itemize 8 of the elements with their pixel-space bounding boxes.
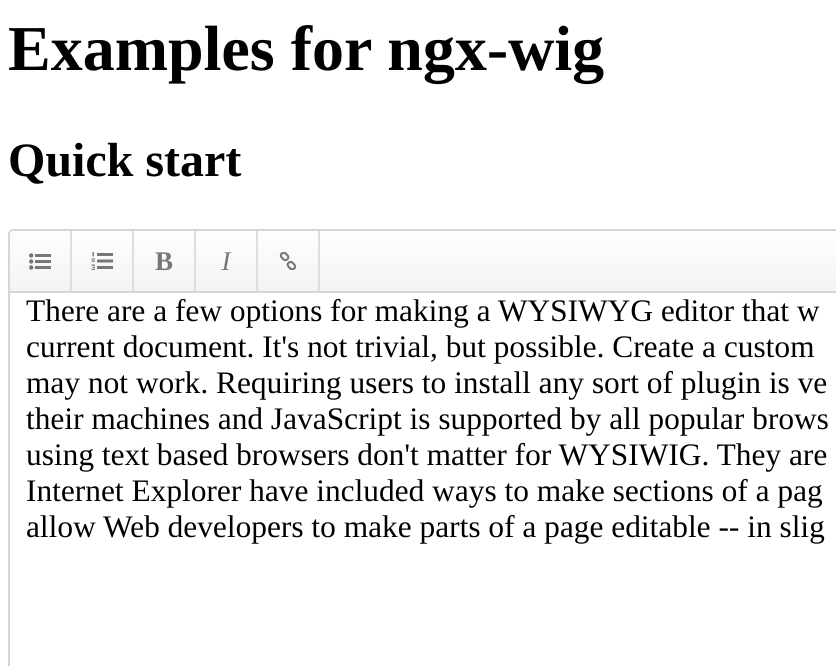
numbered-list-icon bbox=[91, 252, 113, 270]
bold-button[interactable]: B bbox=[134, 231, 196, 292]
bullet-list-icon bbox=[29, 252, 51, 270]
editor-text: There are a few options for making a WYSIWYG editor that w current document. It's not trivial, but possible. Create a custom may not work. Requiring users to install any sort of plugin is ve their machines and JavaScript is supported by all popular brows using text based browsers don't matter for WYSIWIG. They are Internet Explorer have included ways to make sections of a pag allow Web developers to make parts of a page editable -- in slig bbox=[26, 293, 829, 546]
link-icon bbox=[279, 252, 297, 270]
page-title: Examples for ngx-wig bbox=[8, 12, 604, 86]
italic-button[interactable]: I bbox=[196, 231, 258, 292]
section-heading: Quick start bbox=[8, 132, 242, 189]
